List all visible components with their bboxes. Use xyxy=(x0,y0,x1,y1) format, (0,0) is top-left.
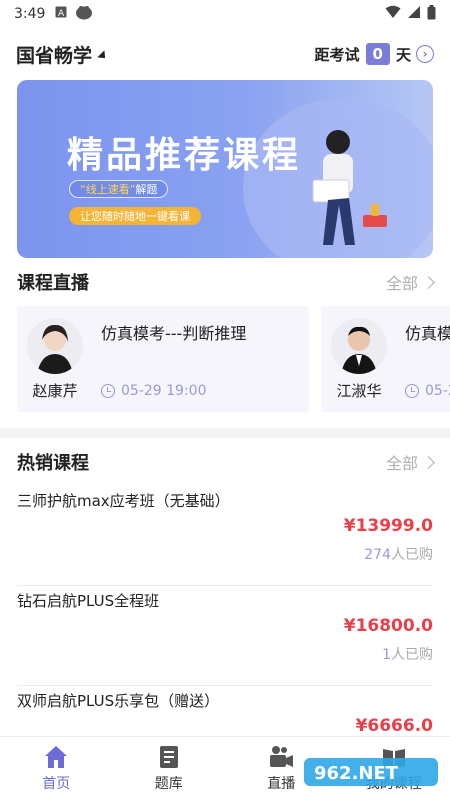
live-section-title: 课程直播 xyxy=(17,273,89,294)
buyer-unit: 人已购 xyxy=(391,547,433,563)
nav-question-bank[interactable]: 题库 xyxy=(113,737,226,800)
countdown-days: 0 xyxy=(365,43,390,65)
caret-down-icon xyxy=(97,50,109,62)
region-label: 国省畅学 xyxy=(16,44,93,67)
teacher-name: 赵康芹 xyxy=(32,382,78,400)
live-see-all-button[interactable]: 全部 xyxy=(385,270,435,294)
live-time-text: 05-29 19:00 xyxy=(121,383,207,399)
banner-tag-1: “线上速看”解题 xyxy=(69,180,169,198)
course-name: 三师护航max应考班（无基础） xyxy=(17,492,230,510)
live-card[interactable]: 赵康芹 仿真模考---判断推理 05-29 19:00 xyxy=(17,306,309,412)
teacher-name: 江淑华 xyxy=(336,382,382,400)
header: 国省畅学 距考试 0 天 › xyxy=(0,28,450,80)
hot-section-title: 热销课程 xyxy=(17,453,89,474)
banner-tag-2: 让您随时随地一键看课 xyxy=(69,207,201,225)
live-course-name: 仿真模考---判断推理 xyxy=(101,324,247,343)
status-time: 3:49 xyxy=(14,6,46,22)
question-bank-icon xyxy=(159,746,178,768)
live-time: 05-29 19:00 xyxy=(405,383,450,399)
status-bar: 3:49 A xyxy=(0,0,450,28)
nav-live-label: 直播 xyxy=(267,776,296,792)
clock-icon xyxy=(405,384,419,398)
banner-tag-1-quote: “线上速看” xyxy=(80,183,136,196)
svg-text:962.NET: 962.NET xyxy=(314,763,399,784)
course-item[interactable]: 三师护航max应考班（无基础） ¥13999.0 274人已购 xyxy=(0,486,450,586)
nav-question-bank-label: 题库 xyxy=(154,776,183,792)
hot-section-header: 热销课程 全部 xyxy=(0,438,450,486)
buyer-count: 1 xyxy=(382,647,391,663)
hot-see-all-label: 全部 xyxy=(385,454,418,473)
live-time-text: 05-29 19:00 xyxy=(425,383,450,399)
teacher-avatar xyxy=(27,318,83,374)
live-card[interactable]: 江淑华 仿真模考---资料分析 05-29 19:00 xyxy=(321,306,450,412)
site-watermark-logo: 962.NET xyxy=(304,758,438,786)
home-icon xyxy=(45,746,68,768)
exam-countdown[interactable]: 距考试 0 天 › xyxy=(315,43,434,65)
app-mascot-icon xyxy=(75,4,93,24)
signal-icon xyxy=(407,5,421,23)
live-section-header: 课程直播 全部 xyxy=(0,258,450,306)
course-buyers: 274人已购 xyxy=(364,544,433,564)
course-buyers: 1人已购 xyxy=(382,644,433,664)
live-camera-icon xyxy=(270,746,294,767)
live-card-list: 赵康芹 仿真模考---判断推理 05-29 19:00 江淑华 仿真模考---资… xyxy=(0,306,450,412)
svg-text:A: A xyxy=(58,9,65,18)
buyer-unit: 人已购 xyxy=(391,647,433,663)
nav-home-label: 首页 xyxy=(42,776,71,792)
hot-see-all-button[interactable]: 全部 xyxy=(385,450,435,474)
course-price: ¥16800.0 xyxy=(343,616,433,636)
course-price: ¥13999.0 xyxy=(343,516,433,536)
course-name: 钻石启航PLUS全程班 xyxy=(17,592,160,610)
countdown-unit: 天 xyxy=(395,45,411,64)
live-see-all-label: 全部 xyxy=(385,274,418,293)
nav-home[interactable]: 首页 xyxy=(0,737,113,800)
clock-icon xyxy=(101,384,115,398)
battery-icon xyxy=(427,4,436,24)
course-item[interactable]: 钻石启航PLUS全程班 ¥16800.0 1人已购 xyxy=(0,586,450,686)
banner-title: 精品推荐课程 xyxy=(67,135,302,176)
live-time: 05-29 19:00 xyxy=(101,383,206,399)
region-selector[interactable]: 国省畅学 xyxy=(16,41,109,68)
countdown-label: 距考试 xyxy=(314,45,360,64)
section-divider xyxy=(0,428,450,438)
chevron-right-icon xyxy=(422,455,435,469)
promo-banner[interactable]: 精品推荐课程 “线上速看”解题 让您随时随地一键看课 xyxy=(17,80,433,258)
banner-tag-1-rest: 解题 xyxy=(135,183,158,196)
buyer-count: 274 xyxy=(364,547,391,563)
course-name: 双师启航PLUS乐享包（赠送） xyxy=(17,692,220,710)
chevron-right-circle-icon[interactable]: › xyxy=(416,45,434,63)
chevron-right-icon xyxy=(422,275,435,289)
course-price: ¥6666.0 xyxy=(355,716,433,736)
live-course-name: 仿真模考---资料分析 xyxy=(405,324,450,343)
wifi-icon xyxy=(385,5,401,23)
notification-a-icon: A xyxy=(55,6,67,22)
teacher-avatar xyxy=(331,318,387,374)
